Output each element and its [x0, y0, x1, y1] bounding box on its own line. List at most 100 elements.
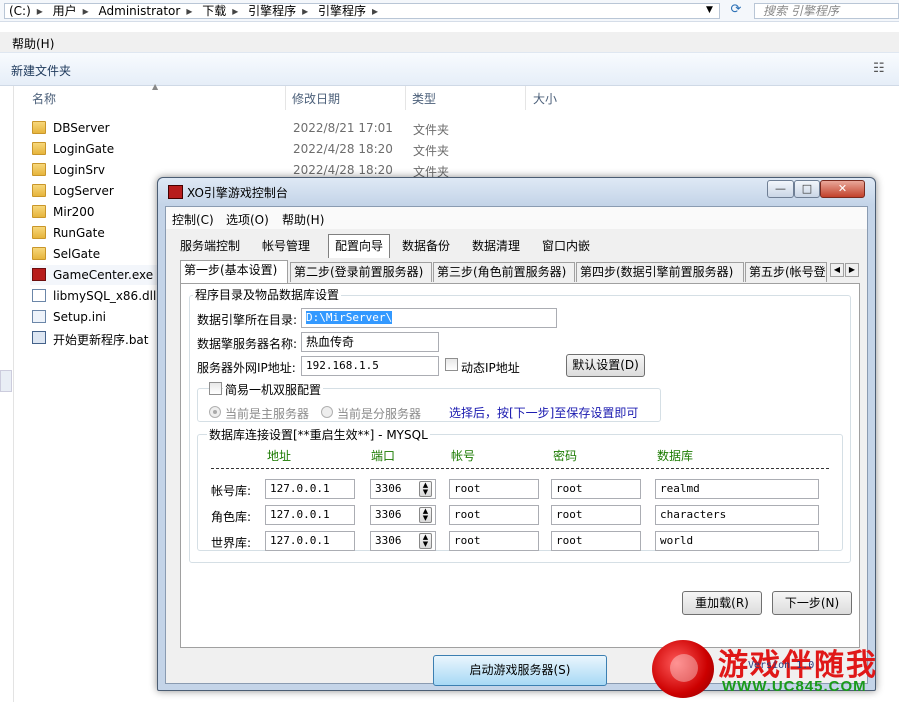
file-row[interactable]: DBServer 2022/8/21 17:01 文件夹 [30, 118, 510, 138]
db-address-input[interactable]: 127.0.0.1 [265, 479, 355, 499]
file-name: LoginGate [53, 142, 115, 156]
tab-step3[interactable]: 第三步(角色前置服务器) [433, 262, 575, 282]
file-row[interactable]: LoginGate 2022/4/28 18:20 文件夹 [30, 139, 510, 159]
port-spinner-icon[interactable]: ▲ ▼ [419, 507, 432, 523]
tab-data-backup[interactable]: 数据备份 [396, 235, 456, 257]
title-bar[interactable]: XO引擎游戏控制台 — □ ✕ [158, 178, 875, 205]
dynamic-ip-label: 动态IP地址 [461, 361, 520, 375]
tab-scroll-left-icon[interactable]: ◀ [830, 263, 844, 277]
db-user-input[interactable]: root [449, 479, 539, 499]
db-row-label: 帐号库: [211, 484, 252, 498]
db-address-input[interactable]: 127.0.0.1 [265, 531, 355, 551]
main-server-radio[interactable] [209, 406, 221, 418]
folder-icon [32, 142, 46, 155]
address-bar: (C:) ▸ 用户 ▸ Administrator ▸ 下载 ▸ 引擎程序 ▸ 引擎程序 ▸… [0, 0, 899, 22]
tab-config-wizard[interactable]: 配置向导 [328, 234, 391, 258]
file-name: 开始更新程序.bat [53, 333, 149, 347]
file-name: Setup.ini [53, 310, 107, 324]
breadcrumb-engine-sub[interactable]: 引擎程序 [318, 4, 366, 18]
refresh-icon[interactable]: ⟳ [726, 2, 746, 20]
db-user-input[interactable]: root [449, 531, 539, 551]
server-name-label: 数据擎服务器名称: [197, 337, 298, 351]
breadcrumb-drive[interactable]: (C:) [9, 4, 31, 18]
next-button[interactable]: 下一步(N) [772, 591, 852, 615]
dual-server-hint: 选择后，按[下一步]至保存设置即可 [449, 406, 639, 420]
start-game-server-button[interactable]: 启动游戏服务器(S) [433, 655, 607, 686]
tab-scroll-right-icon[interactable]: ▶ [845, 263, 859, 277]
tab-account-manage[interactable]: 帐号管理 [256, 235, 316, 257]
file-date: 2022/4/28 18:20 [293, 163, 393, 177]
file-date: 2022/8/21 17:01 [293, 121, 393, 135]
default-settings-button[interactable]: 默认设置(D) [566, 354, 645, 377]
dir-settings-title: 程序目录及物品数据库设置 [193, 286, 342, 303]
bat-icon [32, 331, 46, 344]
db-name-input[interactable]: realmd [655, 479, 819, 499]
db-password-input[interactable]: root [551, 505, 641, 525]
maximize-button[interactable]: □ [794, 180, 820, 198]
db-row-label: 世界库: [211, 536, 252, 550]
close-button[interactable]: ✕ [820, 180, 865, 198]
window-client: 控制(C) 选项(O) 帮助(H) 服务端控制 帐号管理 配置向导 数据备份 数… [165, 206, 868, 686]
explorer-toolbar: 新建文件夹 ☷ [0, 52, 899, 86]
menu-options[interactable]: 选项(O) [226, 211, 269, 228]
ip-input[interactable]: 192.168.1.5 [301, 356, 439, 376]
db-user-input[interactable]: root [449, 505, 539, 525]
tab-step4[interactable]: 第四步(数据引擎前置服务器) [576, 262, 744, 282]
tab-window-embed[interactable]: 窗口内嵌 [536, 235, 596, 257]
file-name: LoginSrv [53, 163, 106, 177]
column-size[interactable]: 大小 [533, 90, 557, 107]
column-divider[interactable] [525, 86, 526, 110]
dynamic-ip-checkbox[interactable] [445, 358, 458, 371]
db-name-input[interactable]: characters [655, 505, 819, 525]
dual-server-checkbox[interactable] [209, 382, 222, 395]
menu-control[interactable]: 控制(C) [172, 211, 214, 228]
new-folder-button[interactable]: 新建文件夹 [11, 62, 71, 79]
minimize-button[interactable]: — [767, 180, 794, 198]
column-divider[interactable] [285, 86, 286, 110]
breadcrumb-downloads[interactable]: 下载 [202, 4, 226, 18]
column-date[interactable]: 修改日期 [292, 90, 340, 107]
folder-icon [32, 121, 46, 134]
chevron-down-icon[interactable]: ▼ [706, 5, 713, 15]
window-title: XO引擎游戏控制台 [187, 186, 288, 200]
engine-dir-input[interactable]: D:\MirServer\ [301, 308, 557, 328]
ini-icon [32, 310, 46, 323]
dragon-logo-icon [652, 640, 714, 698]
column-name[interactable]: 名称 [32, 90, 56, 107]
nav-collapse-handle[interactable] [0, 370, 12, 392]
reload-button[interactable]: 重加载(R) [682, 591, 762, 615]
step-tabs: 第一步(基本设置) 第二步(登录前置服务器) 第三步(角色前置服务器) 第四步(… [180, 260, 868, 284]
menu-help[interactable]: 帮助(H) [12, 35, 54, 52]
db-name-input[interactable]: world [655, 531, 819, 551]
sub-server-label: 当前是分服务器 [337, 407, 422, 421]
port-spinner-icon[interactable]: ▲ ▼ [419, 481, 432, 497]
tab-data-clean[interactable]: 数据清理 [466, 235, 526, 257]
sub-server-radio[interactable] [321, 406, 333, 418]
view-options-icon[interactable]: ☷ [873, 61, 885, 76]
folder-icon [32, 226, 46, 239]
file-name: DBServer [53, 121, 110, 135]
column-type[interactable]: 类型 [412, 90, 436, 107]
db-header-port: 端口 [371, 449, 396, 463]
breadcrumb-admin[interactable]: Administrator [99, 4, 181, 18]
tab-step2[interactable]: 第二步(登录前置服务器) [290, 262, 432, 282]
tab-step5[interactable]: 第五步(帐号登 [745, 262, 827, 282]
db-header-address: 地址 [267, 449, 292, 463]
search-input[interactable]: 搜索 引擎程序 [754, 3, 899, 19]
menu-help[interactable]: 帮助(H) [282, 211, 324, 228]
file-type: 文件夹 [413, 144, 450, 158]
breadcrumb[interactable]: (C:) ▸ 用户 ▸ Administrator ▸ 下载 ▸ 引擎程序 ▸ 引擎程序 ▸ [4, 3, 720, 19]
column-divider[interactable] [405, 86, 406, 110]
server-name-input[interactable]: 热血传奇 [301, 332, 439, 352]
breadcrumb-users[interactable]: 用户 [53, 4, 77, 18]
db-password-input[interactable]: root [551, 479, 641, 499]
breadcrumb-engine[interactable]: 引擎程序 [248, 4, 296, 18]
db-password-input[interactable]: root [551, 531, 641, 551]
file-name: LogServer [53, 184, 114, 198]
port-spinner-icon[interactable]: ▲ ▼ [419, 533, 432, 549]
tab-server-control[interactable]: 服务端控制 [174, 235, 246, 257]
db-header-divider [211, 468, 829, 469]
dialog-menubar: 控制(C) 选项(O) 帮助(H) [166, 207, 867, 229]
tab-step1[interactable]: 第一步(基本设置) [180, 260, 288, 283]
db-address-input[interactable]: 127.0.0.1 [265, 505, 355, 525]
